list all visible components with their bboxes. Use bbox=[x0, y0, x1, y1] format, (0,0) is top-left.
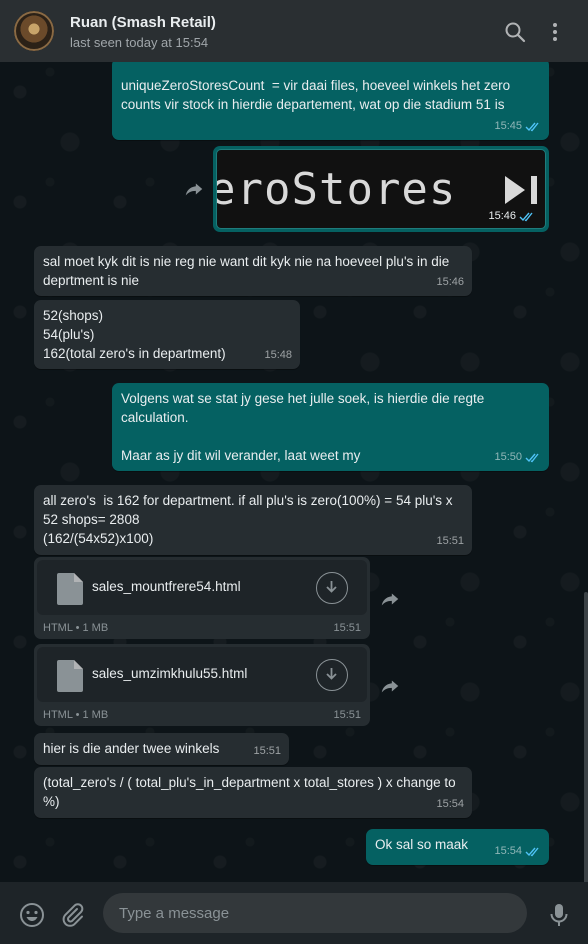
file-name: sales_umzimkhulu55.html bbox=[92, 666, 248, 681]
message-outgoing[interactable]: Volgens wat se stat jy gese het julle so… bbox=[112, 383, 549, 471]
message-incoming[interactable]: sal moet kyk dit is nie reg nie want dit… bbox=[34, 246, 472, 296]
message-time: 15:48 bbox=[264, 349, 292, 361]
download-button[interactable] bbox=[316, 659, 348, 691]
message-time: 15:51 bbox=[436, 535, 464, 547]
message-input-box[interactable] bbox=[103, 893, 527, 933]
search-icon[interactable] bbox=[503, 20, 527, 44]
read-receipt-icon bbox=[525, 453, 539, 463]
emoji-icon[interactable] bbox=[19, 902, 45, 928]
forward-icon[interactable] bbox=[379, 588, 401, 610]
message-outgoing[interactable]: uniqueZeroStoresCount = vir daai files, … bbox=[112, 62, 549, 140]
message-incoming[interactable]: 52(shops) 54(plu's) 162(total zero's in … bbox=[34, 300, 300, 369]
attach-icon[interactable] bbox=[60, 902, 86, 928]
message-incoming[interactable]: hier is die ander twee winkels 15:51 bbox=[34, 733, 289, 765]
file-type-size: HTML • 1 MB bbox=[43, 709, 109, 721]
contact-last-seen: last seen today at 15:54 bbox=[70, 35, 209, 50]
message-image[interactable]: eroStores 15:46 bbox=[213, 146, 549, 232]
contact-avatar[interactable] bbox=[14, 11, 54, 51]
file-type-size: HTML • 1 MB bbox=[43, 622, 109, 634]
forward-icon[interactable] bbox=[183, 178, 205, 200]
message-time: 15:54 bbox=[494, 845, 522, 857]
image-content-text: eroStores bbox=[216, 164, 457, 215]
message-time: 15:51 bbox=[253, 745, 281, 757]
message-text: sal moet kyk dit is nie reg nie want dit… bbox=[43, 254, 454, 288]
message-text: all zero's is 162 for department. if all… bbox=[43, 493, 453, 546]
message-incoming[interactable]: all zero's is 162 for department. if all… bbox=[34, 485, 472, 555]
message-file[interactable]: sales_mountfrere54.html HTML • 1 MB 15:5… bbox=[34, 557, 370, 639]
play-arrow-icon bbox=[505, 176, 537, 204]
message-time: 15:50 bbox=[494, 451, 522, 463]
message-file[interactable]: sales_umzimkhulu55.html HTML • 1 MB 15:5… bbox=[34, 644, 370, 726]
message-time: 15:51 bbox=[333, 622, 361, 634]
file-name: sales_mountfrere54.html bbox=[92, 579, 241, 594]
message-text: hier is die ander twee winkels bbox=[43, 741, 220, 756]
document-icon bbox=[57, 660, 83, 692]
message-time: 15:46 bbox=[436, 276, 464, 288]
download-icon bbox=[326, 668, 337, 680]
message-time: 15:46 bbox=[488, 210, 516, 222]
chat-header: Ruan (Smash Retail) last seen today at 1… bbox=[0, 0, 588, 62]
message-incoming[interactable]: (total_zero's / ( total_plu's_in_departm… bbox=[34, 767, 472, 818]
download-button[interactable] bbox=[316, 572, 348, 604]
read-receipt-icon bbox=[519, 212, 533, 221]
message-text: Volgens wat se stat jy gese het julle so… bbox=[121, 391, 485, 463]
message-time: 15:51 bbox=[333, 709, 361, 721]
file-attachment[interactable]: sales_mountfrere54.html bbox=[37, 560, 367, 615]
read-receipt-icon bbox=[525, 122, 539, 132]
image-thumbnail[interactable]: eroStores 15:46 bbox=[216, 149, 546, 229]
download-icon bbox=[326, 581, 337, 593]
message-text: uniqueZeroStoresCount = vir daai files, … bbox=[121, 78, 514, 112]
composer-bar bbox=[0, 882, 588, 944]
menu-kebab-icon[interactable] bbox=[543, 20, 567, 44]
forward-icon[interactable] bbox=[379, 675, 401, 697]
contact-name[interactable]: Ruan (Smash Retail) bbox=[70, 14, 216, 31]
message-outgoing[interactable]: Ok sal so maak 15:54 bbox=[366, 829, 549, 865]
message-text: (total_zero's / ( total_plu's_in_departm… bbox=[43, 775, 460, 809]
file-attachment[interactable]: sales_umzimkhulu55.html bbox=[37, 647, 367, 702]
microphone-icon[interactable] bbox=[546, 902, 572, 928]
read-receipt-icon bbox=[525, 847, 539, 857]
message-time: 15:54 bbox=[436, 798, 464, 810]
document-icon bbox=[57, 573, 83, 605]
scrollbar[interactable] bbox=[584, 592, 588, 882]
message-text: 52(shops) 54(plu's) 162(total zero's in … bbox=[43, 308, 226, 361]
message-input[interactable] bbox=[103, 893, 527, 933]
message-time: 15:45 bbox=[494, 120, 522, 132]
message-list[interactable]: uniqueZeroStoresCount = vir daai files, … bbox=[0, 62, 588, 882]
